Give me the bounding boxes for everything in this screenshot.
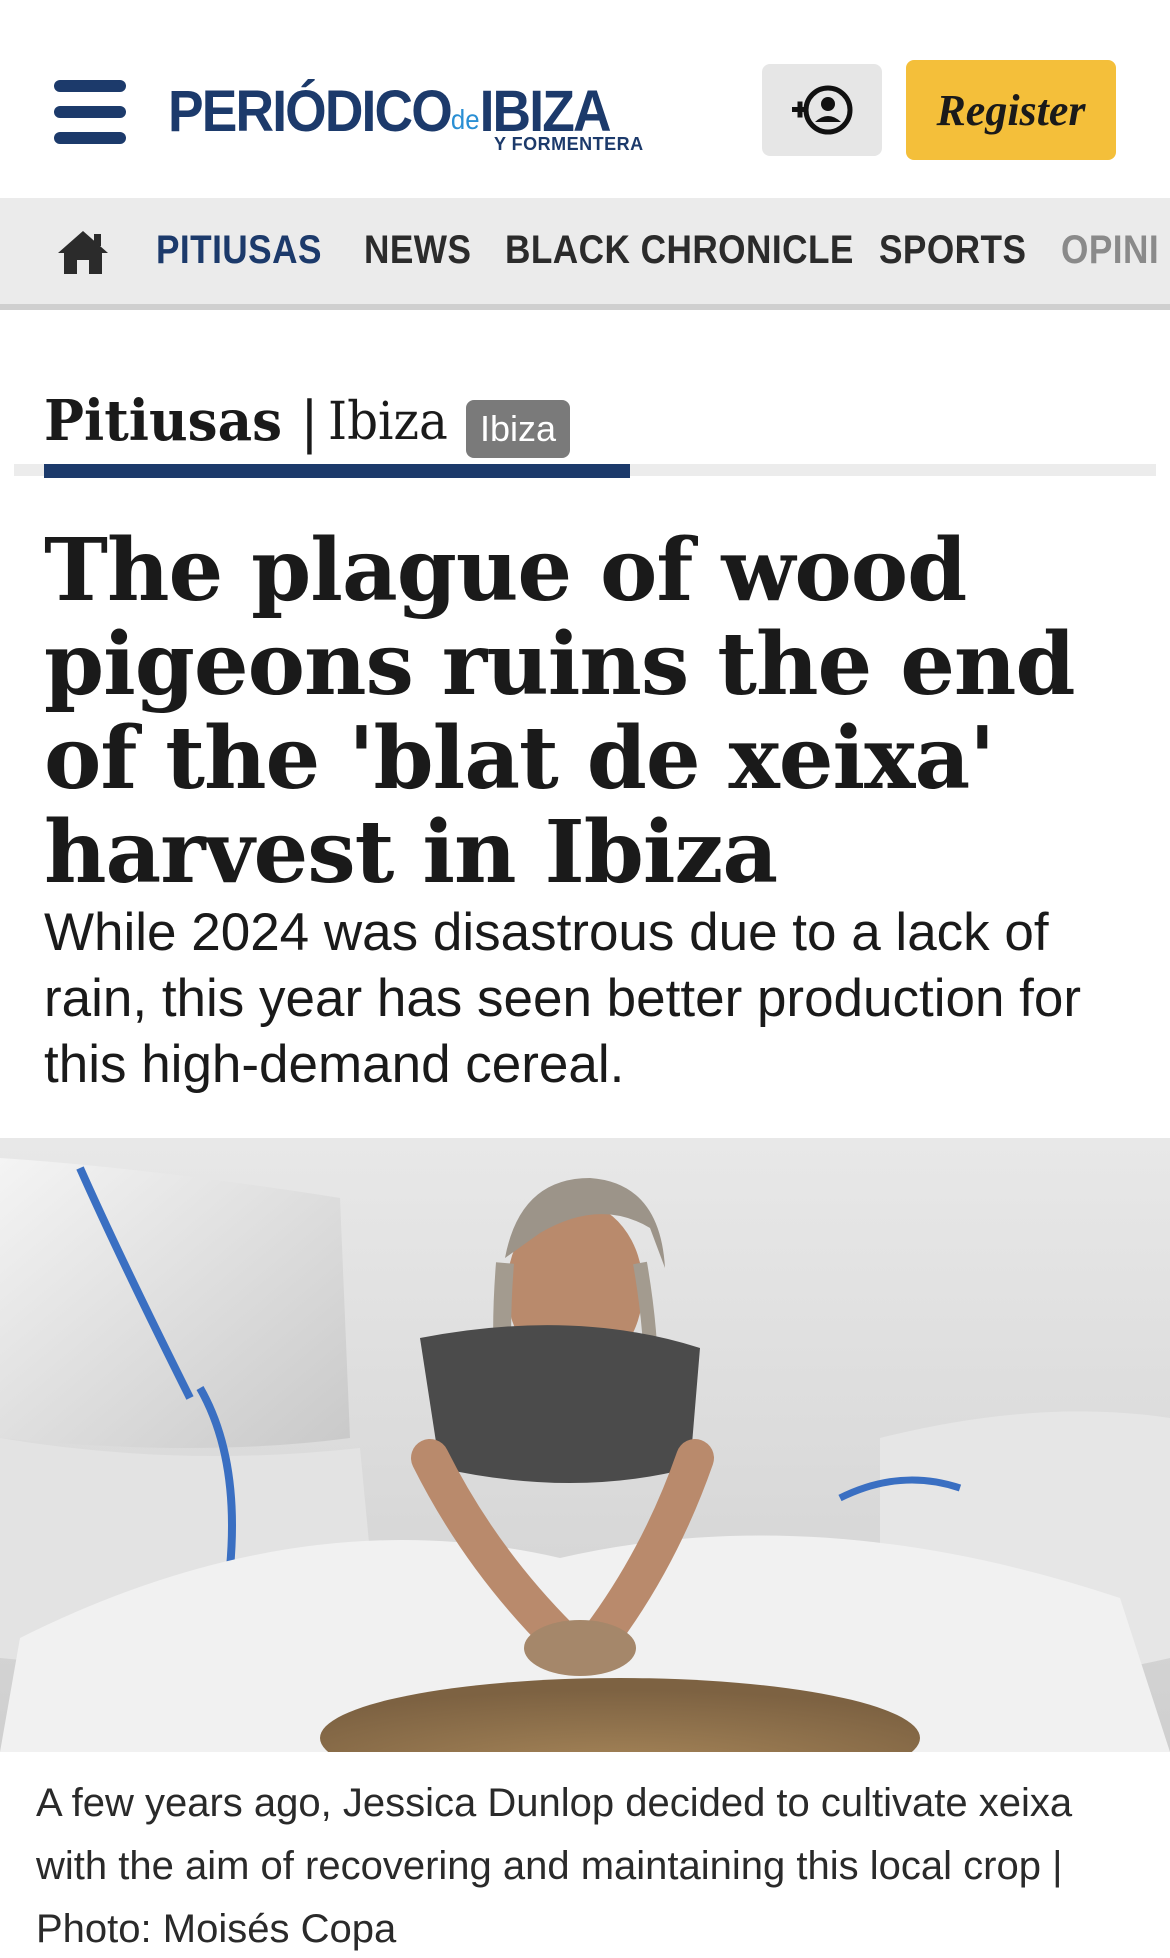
section-breadcrumb: Pitiusas | Ibiza Ibiza [44,380,1156,460]
nav-item-news[interactable]: NEWS [364,228,471,273]
nav-item-pitiusas[interactable]: PITIUSAS [156,228,322,273]
subsection-link[interactable]: Ibiza [328,392,448,452]
nav-item-opinion[interactable]: OPINI [1061,228,1159,273]
home-icon[interactable] [56,228,110,276]
site-logo[interactable]: PERIÓDICOdeIBIZA Y FORMENTERA [168,72,668,162]
article-subheadline: While 2024 was disastrous due to a lack … [44,903,1082,1094]
register-button[interactable]: Register [906,60,1116,160]
user-plus-icon [792,85,853,135]
login-button[interactable] [762,64,882,156]
photo-illustration [0,1138,1170,1752]
section-title[interactable]: Pitiusas [44,388,282,454]
logo-subtitle: Y FORMENTERA [494,134,644,154]
photo-caption: A few years ago, Jessica Dunlop decided … [36,1781,1073,1951]
tag-badge[interactable]: Ibiza [466,400,571,458]
site-header: PERIÓDICOdeIBIZA Y FORMENTERA Register [0,0,1170,198]
menu-icon[interactable] [54,78,126,146]
nav-item-black-chronicle[interactable]: BLACK CHRONICLE [505,228,854,273]
section-divider-accent [44,464,630,478]
nav-item-sports[interactable]: SPORTS [879,228,1026,273]
breadcrumb-separator: | [300,390,319,455]
article-photo[interactable] [0,1138,1170,1752]
main-nav: PITIUSAS NEWS BLACK CHRONICLE SPORTS OPI… [0,198,1170,310]
article-headline: The plague of wood pigeons ruins the end… [44,520,1076,903]
